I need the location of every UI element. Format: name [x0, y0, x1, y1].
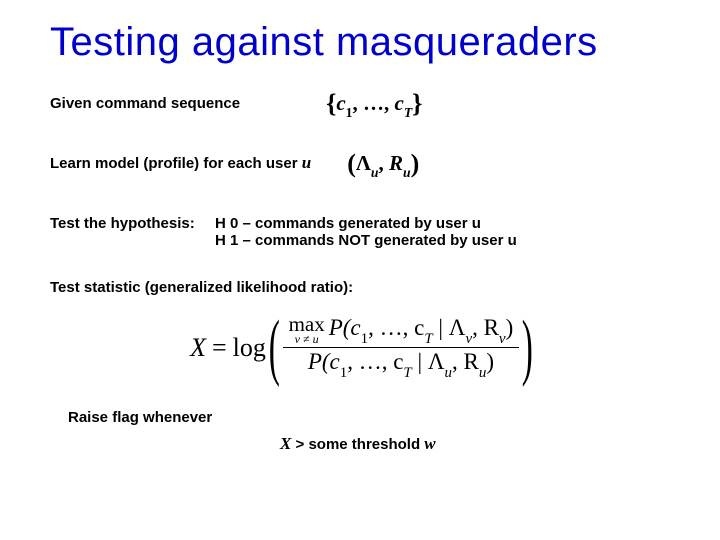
model-label: Learn model (profile) for each user u — [50, 153, 311, 173]
given-set: {c1, …, cT} — [326, 87, 422, 119]
model-tuple: (Λu, Ru) — [347, 147, 419, 179]
page-title: Testing against masqueraders — [50, 20, 670, 65]
hypo-lead: Test the hypothesis: — [50, 215, 215, 232]
given-label: Given command sequence — [50, 95, 240, 112]
given-line: Given command sequence {c1, …, cT} — [50, 87, 670, 119]
formula-block: X = log ( maxv ≠ uP(c1, …, cT | Λv, Rv) … — [50, 314, 670, 380]
threshold-line: X > some threshold w — [280, 434, 670, 454]
raise-flag: Raise flag whenever — [68, 409, 670, 426]
hypo-h0: H 0 – commands generated by user u — [215, 215, 481, 232]
stat-label: Test statistic (generalized likelihood r… — [50, 279, 670, 296]
hypothesis-block: Test the hypothesis: H 0 – commands gene… — [50, 215, 670, 249]
hypo-h1: H 1 – commands NOT generated by user u — [215, 232, 517, 249]
model-line: Learn model (profile) for each user u (Λ… — [50, 147, 670, 179]
